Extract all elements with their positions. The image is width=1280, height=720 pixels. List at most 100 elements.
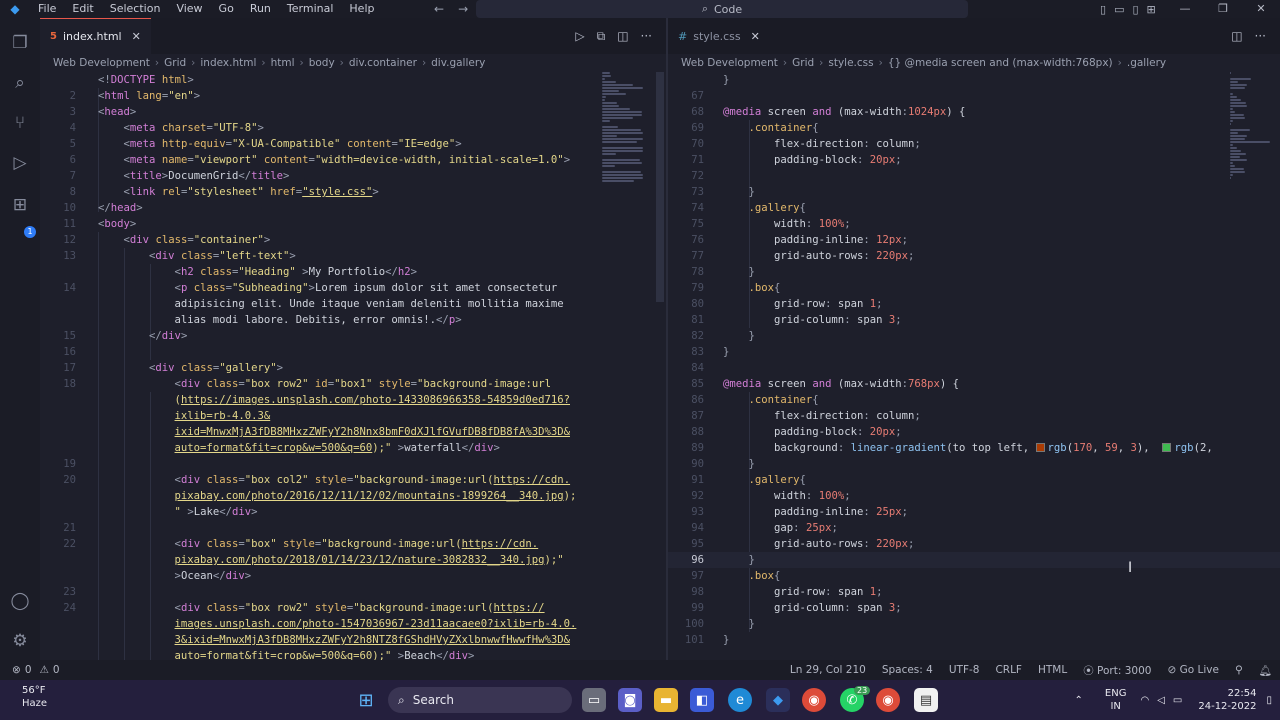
line-ending[interactable]: CRLF: [995, 664, 1022, 676]
code-line[interactable]: ixid=MnwxMjA3fDB8MHxzZWFyY2h8Nnx8bmF0dXJ…: [40, 424, 666, 440]
port-indicator[interactable]: ⦿ Port: 3000: [1083, 663, 1151, 678]
restore-icon[interactable]: ❐: [1204, 0, 1242, 18]
toggle-secondary-sidebar-icon[interactable]: ▯: [1132, 3, 1138, 16]
code-line[interactable]: 72: [668, 168, 1280, 184]
store-icon[interactable]: ◧: [690, 688, 714, 712]
toggle-sidebar-icon[interactable]: ▯: [1100, 3, 1106, 16]
code-line[interactable]: 79 .box{: [668, 280, 1280, 296]
code-line[interactable]: auto=format&fit=crop&w=500&q=60);" > Beac…: [40, 648, 666, 660]
code-line[interactable]: 10 </head>: [40, 200, 666, 216]
code-line[interactable]: 67: [668, 88, 1280, 104]
breadcrumb-item[interactable]: body: [309, 57, 335, 69]
menu-item-run[interactable]: Run: [242, 0, 279, 18]
code-line[interactable]: 90 }: [668, 456, 1280, 472]
breadcrumb-item[interactable]: Web Development: [681, 57, 778, 69]
menu-item-go[interactable]: Go: [211, 0, 242, 18]
breadcrumb-item[interactable]: Grid: [164, 57, 186, 69]
code-line[interactable]: ixlib=rb-4.0.3&: [40, 408, 666, 424]
code-line[interactable]: 13 <div class="left-text">: [40, 248, 666, 264]
code-line[interactable]: 69 .container{: [668, 120, 1280, 136]
notepad-icon[interactable]: ▤: [914, 688, 938, 712]
account-icon[interactable]: ◯: [0, 584, 40, 618]
code-line[interactable]: 7 <title>DocumenGrid</title>: [40, 168, 666, 184]
code-line[interactable]: 12 <div class="container">: [40, 232, 666, 248]
menu-item-help[interactable]: Help: [341, 0, 382, 18]
encoding[interactable]: UTF-8: [949, 664, 980, 676]
more-actions-icon[interactable]: ···: [1255, 29, 1266, 43]
forward-arrow-icon[interactable]: →: [458, 2, 468, 16]
code-line[interactable]: 14 <p class="Subheading">Lorem ipsum dol…: [40, 280, 666, 296]
show-hidden-icons-icon[interactable]: ⌃: [1075, 695, 1083, 706]
code-line[interactable]: 20 <div class="box col2" style="backgrou…: [40, 472, 666, 488]
code-line[interactable]: 76 padding-inline: 12px;: [668, 232, 1280, 248]
code-line[interactable]: 21: [40, 520, 666, 536]
search-icon[interactable]: ⌕: [0, 66, 40, 100]
code-line[interactable]: 3 <head>: [40, 104, 666, 120]
code-line[interactable]: 18 <div class="box row2" id="box1" style…: [40, 376, 666, 392]
edge-browser-icon[interactable]: e: [728, 688, 752, 712]
tab-style-css[interactable]: # style.css ✕: [668, 18, 770, 54]
notifications-bell-icon[interactable]: 🔔︎: [1259, 664, 1272, 677]
code-line[interactable]: }: [668, 72, 1280, 88]
code-line[interactable]: <h2 class="Heading" >My Portfolio</h2>: [40, 264, 666, 280]
code-line[interactable]: 100 }: [668, 616, 1280, 632]
clock[interactable]: 22:54 24-12-2022: [1198, 687, 1256, 713]
minimap-right[interactable]: [1228, 72, 1280, 212]
menu-item-edit[interactable]: Edit: [64, 0, 101, 18]
notification-center-icon[interactable]: ▯: [1266, 695, 1272, 706]
menu-item-file[interactable]: File: [30, 0, 64, 18]
code-line[interactable]: 91 .gallery{: [668, 472, 1280, 488]
code-line[interactable]: 5 <meta http-equiv="X-UA-Compatible" con…: [40, 136, 666, 152]
task-view-icon[interactable]: ▭: [582, 688, 606, 712]
more-actions-icon[interactable]: ···: [641, 29, 652, 43]
code-line[interactable]: 4 <meta charset="UTF-8">: [40, 120, 666, 136]
language-mode[interactable]: HTML: [1038, 664, 1067, 676]
back-arrow-icon[interactable]: ←: [434, 2, 444, 16]
cursor-position[interactable]: Ln 29, Col 210: [790, 664, 866, 676]
chrome-icon[interactable]: ◉: [802, 688, 826, 712]
volume-icon[interactable]: ◁: [1157, 695, 1165, 706]
explorer-icon[interactable]: ❐: [0, 26, 40, 60]
code-line[interactable]: 16: [40, 344, 666, 360]
toggle-panel-icon[interactable]: ▭: [1114, 3, 1124, 16]
code-line[interactable]: pixabay.com/photo/2016/12/11/12/02/mount…: [40, 488, 666, 504]
code-line[interactable]: 80 grid-row: span 1;: [668, 296, 1280, 312]
split-editor-icon[interactable]: ◫: [1231, 29, 1242, 43]
code-line[interactable]: 71 padding-block: 20px;: [668, 152, 1280, 168]
code-line[interactable]: 96 }: [668, 552, 1280, 568]
code-line[interactable]: pixabay.com/photo/2018/01/14/23/12/natur…: [40, 552, 666, 568]
code-line[interactable]: >Ocean</div>: [40, 568, 666, 584]
breadcrumb-item[interactable]: Grid: [792, 57, 814, 69]
color-swatch-icon[interactable]: [1162, 443, 1172, 452]
code-line[interactable]: 11 <body>: [40, 216, 666, 232]
vscode-taskbar-icon[interactable]: ◆: [766, 688, 790, 712]
code-line[interactable]: 8 <link rel="stylesheet" href="style.css…: [40, 184, 666, 200]
breadcrumb-item[interactable]: {} @media screen and (max-width:768px): [888, 57, 1113, 69]
code-editor-left[interactable]: <!DOCTYPE html> 2 <html lang="en"> 3 <head> 4…: [40, 72, 666, 660]
taskbar-search[interactable]: ⌕ Search: [388, 687, 572, 713]
code-line[interactable]: 74 .gallery{: [668, 200, 1280, 216]
open-preview-icon[interactable]: ⧉: [597, 29, 606, 44]
code-line[interactable]: 101}: [668, 632, 1280, 648]
customize-layout-icon[interactable]: ⊞: [1147, 3, 1156, 16]
accounts-feedback-icon[interactable]: ⚲: [1235, 664, 1243, 676]
code-line[interactable]: 6 <meta name="viewport" content="width=d…: [40, 152, 666, 168]
battery-icon[interactable]: ▭: [1173, 695, 1182, 706]
menu-item-view[interactable]: View: [168, 0, 210, 18]
code-line[interactable]: 99 grid-column: span 3;: [668, 600, 1280, 616]
breadcrumb-item[interactable]: index.html: [200, 57, 256, 69]
close-tab-icon[interactable]: ✕: [751, 30, 760, 43]
code-line[interactable]: 75 width: 100%;: [668, 216, 1280, 232]
breadcrumb-item[interactable]: div.gallery: [431, 57, 485, 69]
code-line[interactable]: 82 }: [668, 328, 1280, 344]
wifi-icon[interactable]: ◠: [1140, 695, 1149, 706]
code-line[interactable]: (https://images.unsplash.com/photo-14330…: [40, 392, 666, 408]
menu-item-terminal[interactable]: Terminal: [279, 0, 342, 18]
code-line[interactable]: 86 .container{: [668, 392, 1280, 408]
code-line[interactable]: 77 grid-auto-rows: 220px;: [668, 248, 1280, 264]
scrollbar-left[interactable]: [656, 72, 664, 302]
windows-start-icon[interactable]: ⊞: [354, 688, 378, 712]
indentation[interactable]: Spaces: 4: [882, 664, 933, 676]
code-line[interactable]: 22 <div class="box" style="background-im…: [40, 536, 666, 552]
code-line[interactable]: 70 flex-direction: column;: [668, 136, 1280, 152]
